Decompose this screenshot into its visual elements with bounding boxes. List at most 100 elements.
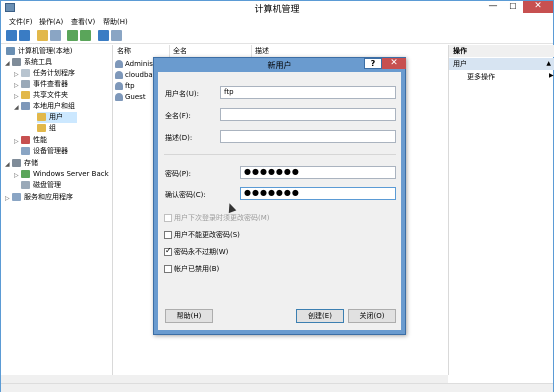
- must-change-password-checkbox[interactable]: [164, 214, 172, 222]
- users-icon: [21, 102, 30, 110]
- username-field[interactable]: ftp: [220, 86, 396, 99]
- tree-item-disk-management[interactable]: 磁盘管理: [21, 180, 61, 191]
- services-icon: [12, 193, 21, 201]
- menu-bar: 文件(F) 操作(A) 查看(V) 帮助(H): [1, 15, 553, 28]
- expand-arrow-icon[interactable]: ▷: [14, 82, 19, 89]
- tree-item-local-users-groups[interactable]: 本地用户和组: [21, 101, 75, 112]
- collapse-arrow-icon[interactable]: ▲: [546, 58, 551, 70]
- menu-file[interactable]: 文件(F): [9, 17, 33, 27]
- help-button[interactable]: 帮助(H): [165, 309, 213, 323]
- fullname-field[interactable]: [220, 108, 396, 121]
- refresh-icon[interactable]: [67, 30, 78, 41]
- column-header-description[interactable]: 描述: [255, 45, 269, 57]
- storage-icon: [12, 159, 21, 167]
- column-header-name[interactable]: 名称: [117, 45, 131, 57]
- status-bar: [1, 383, 553, 392]
- password-never-expires-checkbox[interactable]: [164, 246, 172, 256]
- account-disabled-checkbox[interactable]: [164, 265, 172, 273]
- menu-view[interactable]: 查看(V): [71, 17, 95, 27]
- tree-item-device-manager[interactable]: 设备管理器: [21, 146, 68, 157]
- create-button[interactable]: 创建(E): [296, 309, 344, 323]
- password-never-expires-label: 密码永不过期(W): [174, 248, 229, 256]
- title-bar: 计算机管理 — ☐ ✕: [1, 1, 553, 15]
- folder-icon: [37, 124, 46, 132]
- collapse-arrow-icon[interactable]: ◢: [5, 60, 10, 67]
- list-item[interactable]: Guest: [115, 92, 146, 103]
- user-icon: [115, 71, 123, 79]
- must-change-password-label: 用户下次登录时须更改密码(M): [174, 214, 270, 222]
- column-header-fullname[interactable]: 全名: [173, 45, 187, 57]
- tree-item-windows-server-backup[interactable]: Windows Server Back: [21, 169, 109, 180]
- expand-arrow-icon[interactable]: ▷: [14, 138, 19, 145]
- dialog-help-button[interactable]: ?: [364, 58, 382, 69]
- clock-icon: [21, 69, 30, 77]
- tree-item-performance[interactable]: 性能: [21, 135, 47, 146]
- folder-icon: [37, 113, 46, 121]
- menu-help[interactable]: 帮助(H): [103, 17, 128, 27]
- maximize-button[interactable]: ☐: [503, 1, 523, 13]
- list-item[interactable]: cloudba: [115, 70, 153, 81]
- tree-item-system-tools[interactable]: 系统工具: [12, 57, 52, 68]
- username-label: 用户名(U):: [165, 90, 199, 98]
- account-disabled-label: 帐户已禁用(B): [174, 265, 220, 273]
- navigation-tree: 计算机管理(本地) ◢ 系统工具 ▷ 任务计划程序 ▷ 事件查看器 ▷ 共享文件…: [1, 45, 113, 375]
- back-icon[interactable]: [6, 30, 17, 41]
- show-hide-tree-icon[interactable]: [50, 30, 61, 41]
- expand-arrow-icon[interactable]: ▷: [14, 93, 19, 100]
- export-list-icon[interactable]: [80, 30, 91, 41]
- new-user-dialog: 新用户 ? ✕ 用户名(U): ftp 全名(F): 描述(D): 密码(P):…: [153, 57, 406, 335]
- column-divider[interactable]: [251, 45, 252, 57]
- up-folder-icon[interactable]: [37, 30, 48, 41]
- actions-section-users[interactable]: 用户 ▲: [449, 58, 554, 70]
- user-icon: [115, 93, 123, 101]
- column-divider[interactable]: [169, 45, 170, 57]
- cannot-change-password-checkbox[interactable]: [164, 231, 172, 239]
- disk-icon: [21, 181, 30, 189]
- cannot-change-password-label: 用户不能更改密码(S): [174, 231, 240, 239]
- tree-item-shared-folders[interactable]: 共享文件夹: [21, 90, 68, 101]
- forward-icon[interactable]: [19, 30, 30, 41]
- tree-item-task-scheduler[interactable]: 任务计划程序: [21, 68, 75, 79]
- tree-item-services-applications[interactable]: 服务和应用程序: [12, 192, 73, 203]
- properties-icon[interactable]: [111, 30, 122, 41]
- collapse-arrow-icon[interactable]: ◢: [14, 104, 19, 111]
- tree-item-users[interactable]: 用户: [37, 112, 77, 123]
- tree-item-storage[interactable]: 存储: [12, 158, 38, 169]
- password-field[interactable]: ●●●●●●●: [240, 166, 396, 179]
- help-icon[interactable]: [98, 30, 109, 41]
- fullname-label: 全名(F):: [165, 112, 191, 120]
- more-actions-link[interactable]: 更多操作 ▶: [467, 72, 554, 82]
- confirm-password-field[interactable]: ●●●●●●●: [240, 187, 396, 200]
- performance-icon: [21, 136, 30, 144]
- backup-icon: [21, 170, 30, 178]
- menu-action[interactable]: 操作(A): [39, 17, 63, 27]
- expand-arrow-icon[interactable]: ▷: [5, 195, 10, 202]
- tree-item-computer-management[interactable]: 计算机管理(本地): [6, 46, 72, 57]
- actions-pane: 操作 用户 ▲ 更多操作 ▶: [448, 45, 554, 375]
- list-item[interactable]: ftp: [115, 81, 135, 92]
- dialog-body: 用户名(U): ftp 全名(F): 描述(D): 密码(P): ●●●●●●●…: [158, 72, 401, 330]
- tree-item-event-viewer[interactable]: 事件查看器: [21, 79, 68, 90]
- description-field[interactable]: [220, 130, 396, 143]
- close-dialog-button[interactable]: 关闭(O): [348, 309, 396, 323]
- computer-icon: [6, 47, 15, 55]
- folder-icon: [21, 91, 30, 99]
- user-icon: [115, 60, 123, 68]
- minimize-button[interactable]: —: [483, 1, 503, 13]
- expand-arrow-icon[interactable]: ▷: [14, 172, 19, 179]
- user-icon: [115, 82, 123, 90]
- toolbar: [1, 28, 553, 44]
- expand-arrow-icon[interactable]: ▷: [14, 71, 19, 78]
- close-button[interactable]: ✕: [523, 1, 553, 13]
- divider: [164, 154, 396, 155]
- tree-item-groups[interactable]: 组: [37, 123, 56, 134]
- tools-icon: [12, 58, 21, 66]
- device-icon: [21, 147, 30, 155]
- actions-header: 操作: [449, 45, 554, 57]
- list-item[interactable]: Adminis: [115, 59, 153, 70]
- event-icon: [21, 80, 30, 88]
- collapse-arrow-icon[interactable]: ◢: [5, 161, 10, 168]
- horizontal-scrollbar[interactable]: [1, 375, 448, 383]
- dialog-close-button[interactable]: ✕: [382, 58, 406, 69]
- app-window: 计算机管理 — ☐ ✕ 文件(F) 操作(A) 查看(V) 帮助(H) 计算机管…: [0, 0, 554, 392]
